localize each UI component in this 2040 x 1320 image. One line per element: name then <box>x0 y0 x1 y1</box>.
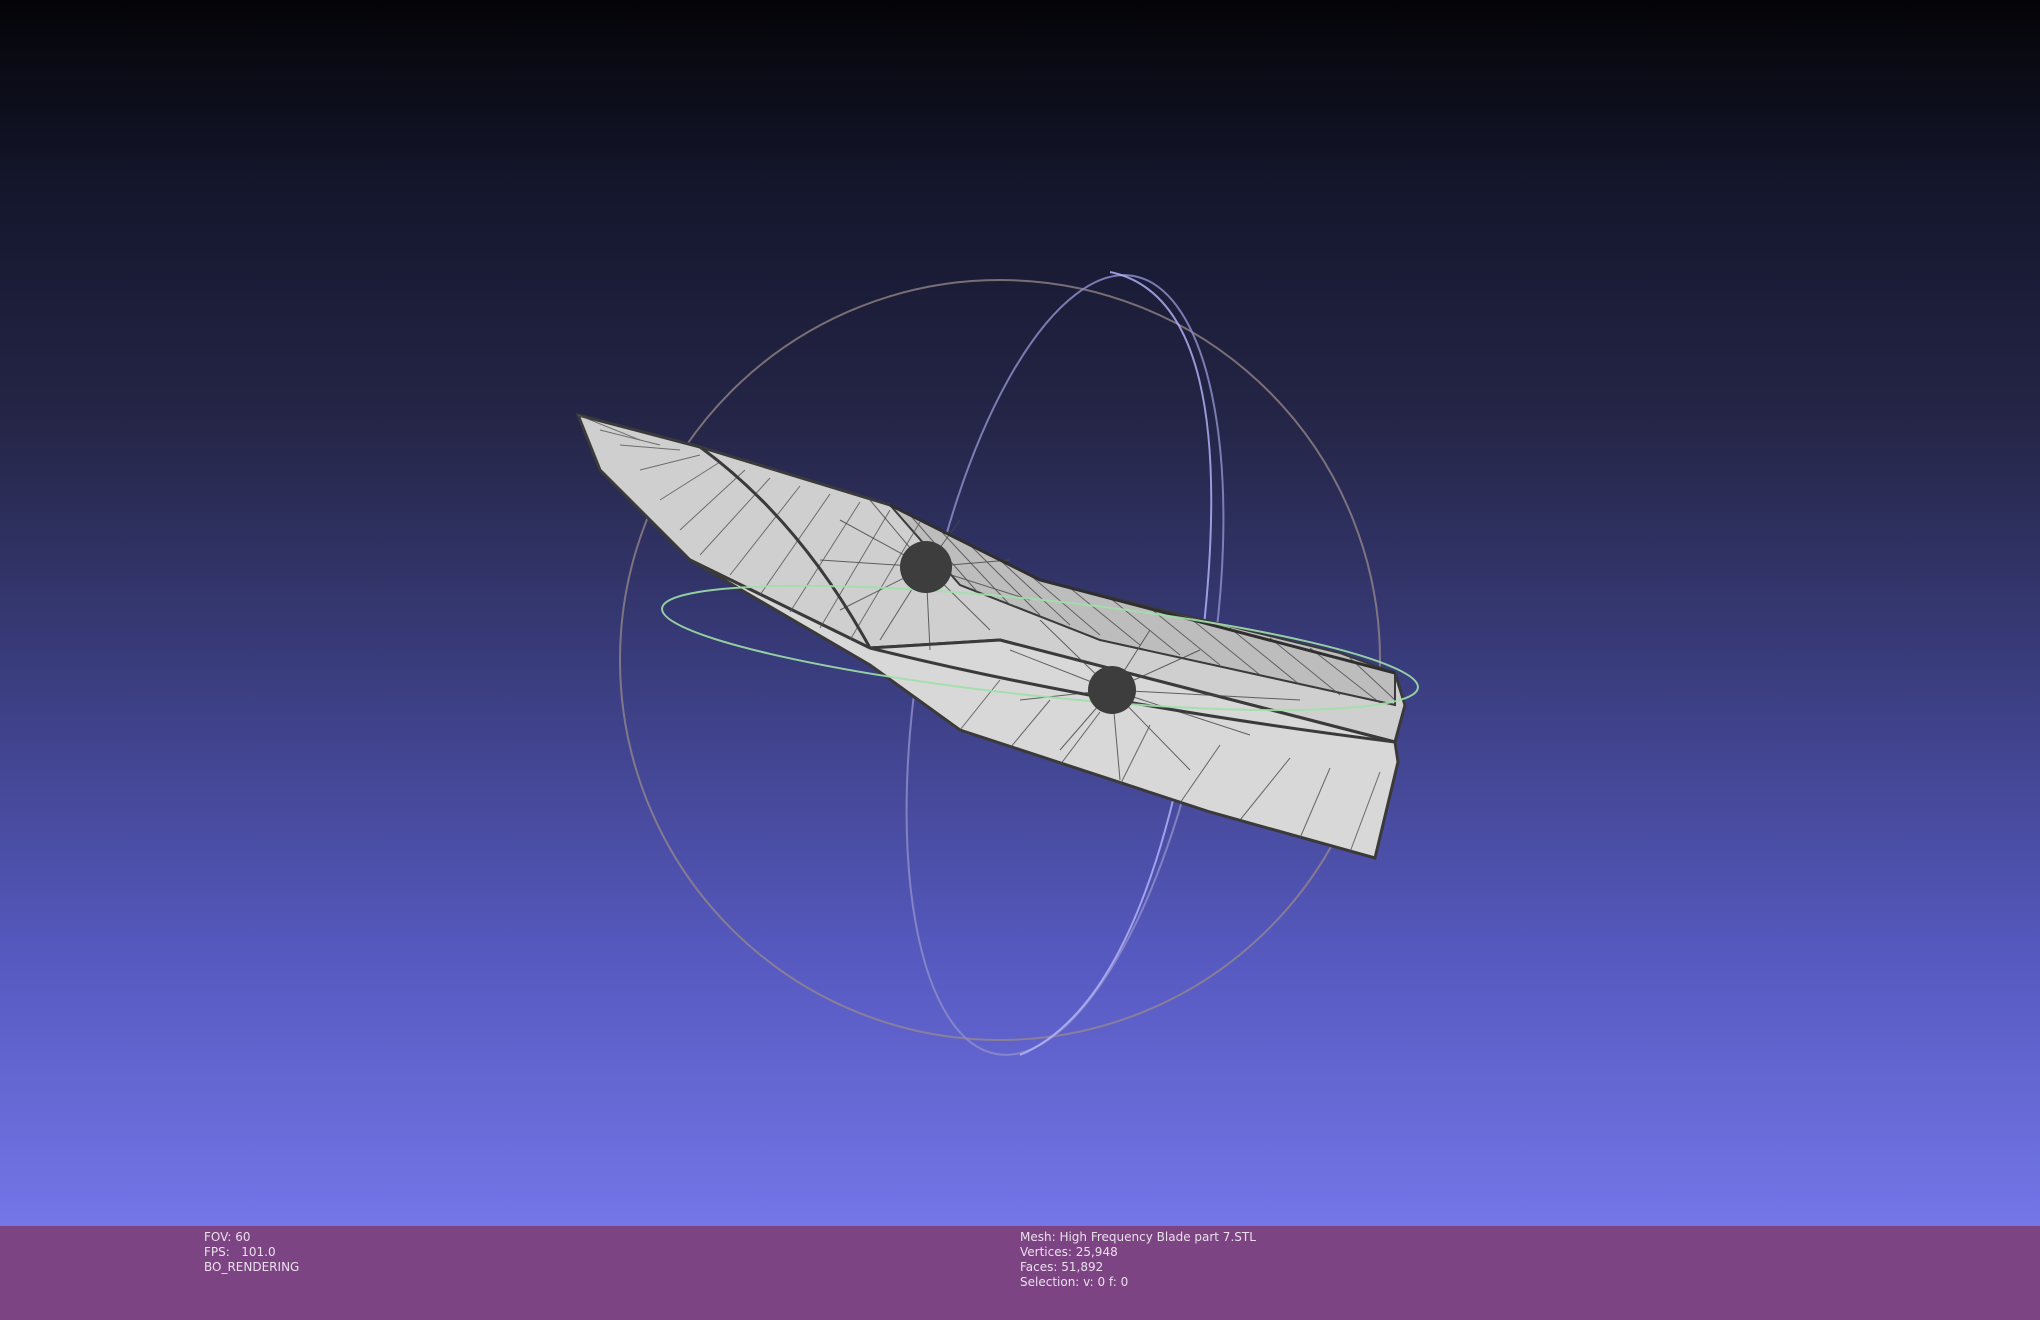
render-info: FOV: 60 FPS: 101.0 BO_RENDERING <box>204 1230 299 1275</box>
selection-readout: Selection: v: 0 f: 0 <box>1020 1275 1129 1289</box>
render-mode-readout: BO_RENDERING <box>204 1260 300 1274</box>
info-bar: FOV: 60 FPS: 101.0 BO_RENDERING Mesh: Hi… <box>0 1226 2040 1320</box>
fov-readout: FOV: 60 <box>204 1230 251 1244</box>
mesh-node-lower <box>1088 666 1136 714</box>
faces-readout: Faces: 51,892 <box>1020 1260 1104 1274</box>
3d-viewport[interactable] <box>0 0 2040 1226</box>
vertices-readout: Vertices: 25,948 <box>1020 1245 1118 1259</box>
mesh-info: Mesh: High Frequency Blade part 7.STL Ve… <box>1020 1230 1256 1290</box>
fps-readout: FPS: 101.0 <box>204 1245 276 1259</box>
scene-canvas[interactable] <box>0 0 2040 1226</box>
mesh-node-upper <box>900 541 952 593</box>
mesh-name-readout: Mesh: High Frequency Blade part 7.STL <box>1020 1230 1256 1244</box>
